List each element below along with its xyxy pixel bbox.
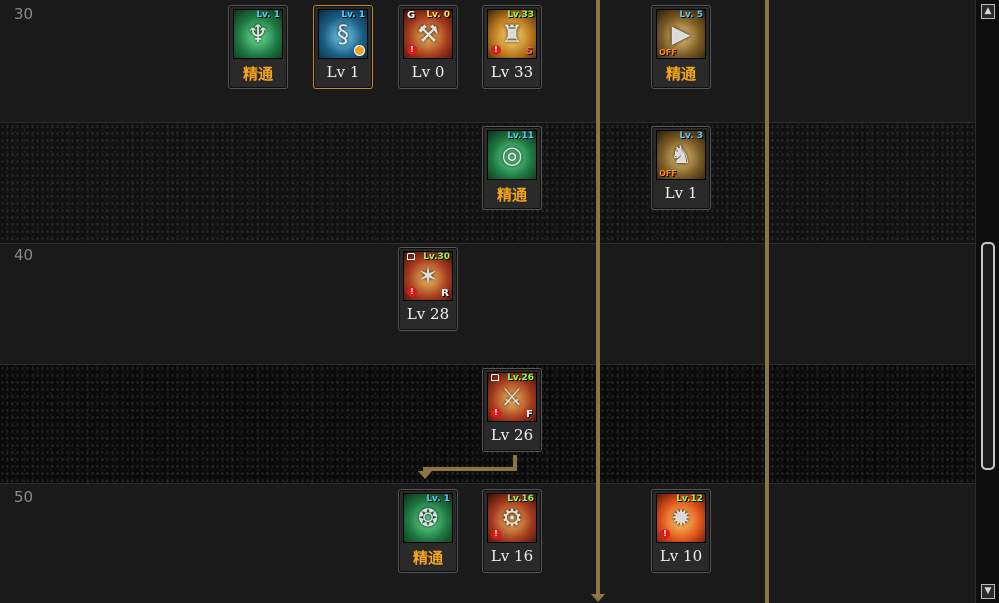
clock-icon [354, 45, 365, 56]
skill-caption: 精通 [412, 549, 443, 567]
robot-glyph-icon: ♜ [501, 20, 523, 48]
skill-caption: Lv 16 [490, 547, 534, 565]
blast-glyph-icon: ✶ [417, 262, 439, 290]
green-dragon-skill-icon[interactable]: ♆ Lv. 1 [233, 9, 283, 59]
cannon-glyph-icon: ⚔ [501, 383, 523, 411]
skill-slot-selected[interactable]: § Lv. 1 Lv 1 [313, 5, 373, 89]
skill-type-letter: F [526, 409, 533, 420]
spirit-glyph-icon: § [337, 20, 349, 48]
skill-caption: Lv 28 [406, 305, 450, 323]
yellow-robot-skill-icon[interactable]: ♜ Lv.33 ! S [487, 9, 537, 59]
skill-caption: Lv 1 [326, 63, 360, 81]
off-state-label: OFF [659, 169, 677, 178]
scroll-thumb[interactable] [981, 242, 995, 470]
green-vortex-skill-icon[interactable]: ◎ Lv.11 [487, 130, 537, 180]
orange-burst-skill-icon[interactable]: ✹ Lv.12 ! [656, 493, 706, 543]
level-label-30: 30 [14, 5, 34, 23]
scroll-down-button[interactable]: ▼ [981, 584, 995, 599]
skill-level-badge: Lv. 5 [679, 10, 703, 20]
gold-mech-skill-icon[interactable]: ♞ Lv. 3 OFF [656, 130, 706, 180]
skill-level-badge: Lv.11 [507, 131, 534, 141]
skill-slot[interactable]: ⚔ Lv.26 ! F Lv 26 [482, 368, 542, 452]
dragon-glyph-icon: ♆ [247, 20, 269, 48]
skill-caption: Lv 26 [490, 426, 534, 444]
band-divider [0, 122, 975, 123]
alert-icon: ! [407, 287, 417, 297]
skill-caption: Lv 33 [490, 63, 534, 81]
red-gear-skill-icon[interactable]: ⚙ Lv.16 ! [487, 493, 537, 543]
level-band-40 [0, 244, 975, 364]
red-weapon-skill-icon[interactable]: ⚒ G Lv. 0 ! [403, 9, 453, 59]
prerequisite-connector [423, 467, 517, 471]
gear-glyph-icon: ⚙ [501, 504, 523, 532]
skill-caption: Lv 10 [659, 547, 703, 565]
skill-slot[interactable]: ⚒ G Lv. 0 ! Lv 0 [398, 5, 458, 89]
skill-type-letter: S [525, 46, 533, 57]
scroll-up-button[interactable]: ▲ [981, 4, 995, 19]
skill-slot[interactable]: ♜ Lv.33 ! S Lv 33 [482, 5, 542, 89]
skill-level-badge: Lv. 1 [341, 10, 365, 20]
skill-level-badge: Lv.30 [423, 252, 450, 262]
alert-icon: ! [491, 529, 501, 539]
vertical-scrollbar[interactable]: ▲ ▼ [975, 0, 999, 603]
vortex-glyph-icon: ◎ [501, 141, 523, 169]
skill-level-badge: Lv.16 [507, 494, 534, 504]
grade-mark-icon: G [407, 10, 416, 21]
green-wind-skill-icon[interactable]: ❂ Lv. 1 [403, 493, 453, 543]
alert-icon: ! [491, 45, 501, 55]
skill-level-badge: Lv. 1 [426, 494, 450, 504]
prerequisite-arrowhead [418, 471, 432, 479]
skill-level-badge: Lv. 3 [679, 131, 703, 141]
tree-connector-line [765, 0, 769, 603]
alert-icon: ! [407, 45, 417, 55]
lock-icon [407, 253, 415, 260]
lock-icon [491, 374, 499, 381]
skill-slot[interactable]: ♆ Lv. 1 精通 [228, 5, 288, 89]
skill-caption: Lv 0 [411, 63, 445, 81]
level-label-40: 40 [14, 246, 34, 264]
gold-play-skill-icon[interactable]: ▶ Lv. 5 OFF [656, 9, 706, 59]
skill-level-badge: Lv.33 [507, 10, 534, 20]
alert-icon: ! [660, 529, 670, 539]
band-divider [0, 364, 975, 365]
skill-level-badge: Lv.26 [507, 373, 534, 383]
skill-slot[interactable]: ⚙ Lv.16 ! Lv 16 [482, 489, 542, 573]
skill-caption: 精通 [242, 65, 273, 83]
red-cannon-skill-icon[interactable]: ⚔ Lv.26 ! F [487, 372, 537, 422]
mech-glyph-icon: ♞ [670, 141, 692, 169]
skill-slot[interactable]: ✹ Lv.12 ! Lv 10 [651, 489, 711, 573]
skill-level-badge: Lv. 1 [256, 10, 280, 20]
play-glyph-icon: ▶ [671, 20, 691, 48]
off-state-label: OFF [659, 48, 677, 57]
weapon-glyph-icon: ⚒ [417, 20, 439, 48]
skill-caption: 精通 [665, 65, 696, 83]
alert-icon: ! [491, 408, 501, 418]
blue-spirit-skill-icon[interactable]: § Lv. 1 [318, 9, 368, 59]
scroll-track[interactable] [981, 24, 995, 580]
burst-glyph-icon: ✹ [670, 504, 692, 532]
skill-caption: 精通 [496, 186, 527, 204]
wind-glyph-icon: ❂ [417, 504, 439, 532]
skill-level-badge: Lv. 0 [426, 10, 450, 20]
skill-slot[interactable]: ♞ Lv. 3 OFF Lv 1 [651, 126, 711, 210]
skill-level-badge: Lv.12 [676, 494, 703, 504]
red-blast-skill-icon[interactable]: ✶ Lv.30 ! R [403, 251, 453, 301]
skill-slot[interactable]: ✶ Lv.30 ! R Lv 28 [398, 247, 458, 331]
skill-caption: Lv 1 [664, 184, 698, 202]
skill-slot[interactable]: ❂ Lv. 1 精通 [398, 489, 458, 573]
band-divider [0, 483, 975, 484]
skill-slot[interactable]: ◎ Lv.11 精通 [482, 126, 542, 210]
band-divider [0, 243, 975, 244]
level-label-50: 50 [14, 488, 34, 506]
skill-slot[interactable]: ▶ Lv. 5 OFF 精通 [651, 5, 711, 89]
skill-type-letter: R [441, 288, 449, 299]
tree-connector-line [591, 0, 605, 602]
